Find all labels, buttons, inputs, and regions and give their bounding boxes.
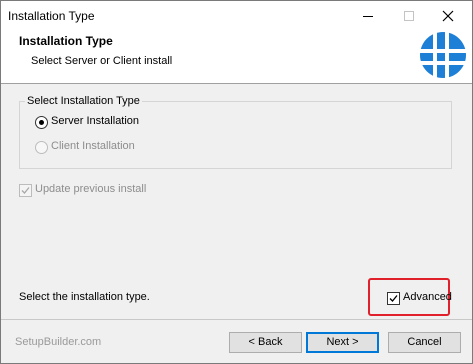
page-subtitle: Select Server or Client install (31, 55, 173, 67)
setup-logo-icon (420, 32, 466, 78)
radio-label-client: Client Installation (51, 140, 135, 152)
radio-button-selected[interactable] (35, 116, 48, 129)
maximize-icon (404, 11, 414, 21)
update-checkbox-label: Update previous install (35, 183, 147, 195)
installation-type-group (19, 101, 452, 169)
radio-button-disabled (35, 141, 48, 154)
installer-window: Installation Type Installation Type Sele… (0, 0, 473, 364)
minimize-button[interactable] (346, 1, 390, 30)
brand-label: SetupBuilder.com (15, 336, 102, 348)
close-button[interactable] (428, 1, 472, 30)
title-bar[interactable]: Installation Type (1, 1, 472, 30)
footer-separator (1, 319, 472, 320)
next-button[interactable]: Next > (306, 332, 379, 353)
checkmark-icon (389, 295, 398, 302)
checkmark-icon (21, 187, 30, 194)
advanced-checkbox-box[interactable] (387, 292, 400, 305)
group-label: Select Installation Type (25, 95, 142, 107)
minimize-icon (363, 16, 373, 17)
page-title: Installation Type (19, 34, 113, 48)
close-icon (442, 10, 454, 22)
status-text: Select the installation type. (19, 291, 150, 303)
cancel-button[interactable]: Cancel (388, 332, 461, 353)
window-title: Installation Type (8, 9, 95, 23)
back-button[interactable]: < Back (229, 332, 302, 353)
update-checkbox-box (19, 184, 32, 197)
wizard-header: Installation Type Select Server or Clien… (1, 30, 472, 84)
radio-label-server: Server Installation (51, 115, 140, 127)
maximize-button (387, 1, 431, 30)
advanced-checkbox-label: Advanced (403, 291, 452, 303)
